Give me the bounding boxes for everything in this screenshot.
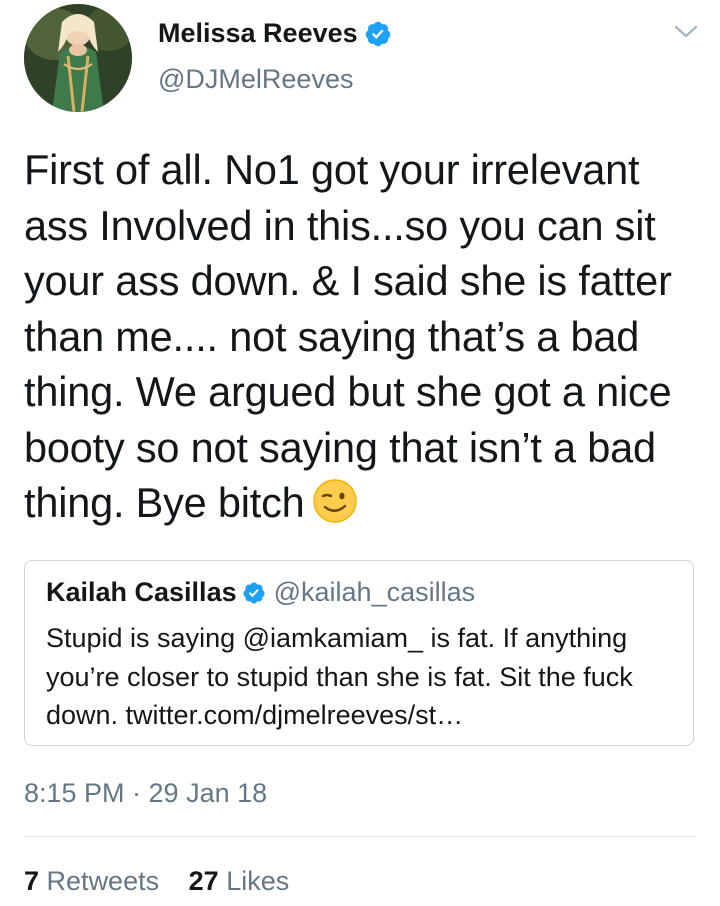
tweet-stats: 7 Retweets 27 Likes: [24, 866, 311, 897]
author-display-name[interactable]: Melissa Reeves: [158, 18, 358, 49]
author-display-name-row[interactable]: Melissa Reeves: [158, 18, 392, 49]
verified-badge-icon: [243, 582, 265, 603]
retweets-label: Retweets: [46, 866, 160, 896]
likes-count: 27: [188, 866, 219, 896]
tweet-timestamp[interactable]: 8:15 PM · 29 Jan 18: [24, 778, 267, 809]
quoted-tweet-text: Stupid is saying @iamkamiam_ is fat. If …: [46, 623, 633, 730]
winking-face-emoji-icon: [312, 479, 357, 523]
likes-label: Likes: [226, 866, 290, 896]
tweet-body: First of all. No1 got your irrelevant as…: [24, 146, 672, 526]
divider: [24, 836, 696, 837]
quoted-tweet[interactable]: Kailah Casillas @kailah_casillas Stupid …: [24, 560, 694, 746]
quoted-tweet-header: Kailah Casillas @kailah_casillas: [46, 577, 475, 608]
quoted-display-name: Kailah Casillas: [46, 577, 237, 607]
tweet-text: First of all. No1 got your irrelevant as…: [24, 142, 714, 531]
author-handle[interactable]: @DJMelReeves: [158, 64, 353, 95]
verified-badge-icon: [365, 21, 390, 46]
avatar-image: [24, 4, 132, 112]
likes-stat[interactable]: 27 Likes: [189, 866, 290, 897]
quoted-handle: @kailah_casillas: [273, 577, 476, 607]
avatar[interactable]: [24, 4, 132, 112]
retweets-stat[interactable]: 7 Retweets: [24, 866, 159, 897]
retweets-count: 7: [24, 866, 40, 896]
tweet-detail: Melissa Reeves @DJMelReeves First of all…: [0, 0, 720, 906]
chevron-down-icon[interactable]: [672, 22, 700, 42]
